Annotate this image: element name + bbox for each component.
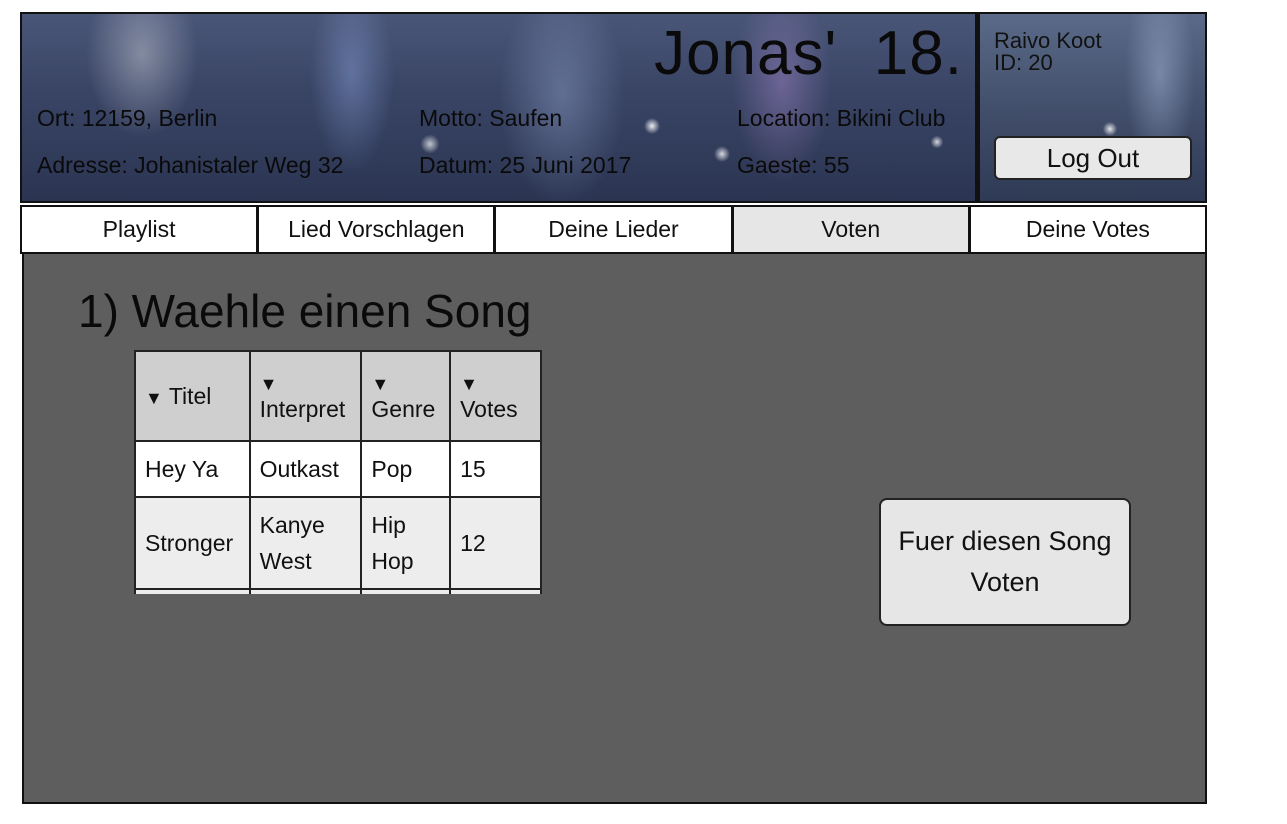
cell-votes: 15: [449, 440, 542, 498]
sort-down-icon: ▼: [145, 387, 163, 408]
column-header-label: Votes: [460, 396, 518, 422]
cell-titel: Hey Ya: [134, 440, 251, 498]
cell-interpret: Outkast: [248, 440, 363, 498]
tab-deine-lieder[interactable]: Deine Lieder: [495, 205, 733, 254]
tab-lied-vorschlagen[interactable]: Lied Vorschlagen: [258, 205, 496, 254]
cell-titel: Stronger: [134, 496, 251, 590]
vote-for-song-button[interactable]: Fuer diesen Song Voten: [879, 498, 1131, 626]
column-header-votes[interactable]: ▼ Votes: [449, 350, 542, 442]
adresse-info: Adresse: Johanistaler Weg 32: [37, 152, 344, 178]
ort-info: Ort: 12159, Berlin: [37, 105, 218, 131]
party-title: Jonas' 18.: [654, 19, 963, 88]
logout-button[interactable]: Log Out: [994, 136, 1192, 180]
column-header-label: Interpret: [259, 396, 346, 422]
table-row[interactable]: [134, 588, 542, 594]
column-header-label: Genre: [371, 396, 436, 422]
datum-info: Datum: 25 Juni 2017: [419, 152, 632, 178]
sort-down-icon: ▼: [460, 374, 478, 394]
main-content: 1) Waehle einen Song ▼ Titel ▼ Interpret: [22, 254, 1207, 804]
table-row[interactable]: Stronger Kanye West Hip Hop 12: [134, 496, 542, 590]
user-id: ID: 20: [994, 50, 1053, 75]
tab-bar: Playlist Lied Vorschlagen Deine Lieder V…: [20, 205, 1208, 254]
column-header-interpret[interactable]: ▼ Interpret: [248, 350, 363, 442]
party-header-banner: Jonas' 18. Ort: 12159, Berlin Motto: Sau…: [20, 12, 977, 203]
user-name: Raivo Koot: [994, 28, 1102, 53]
cell-genre: [360, 588, 452, 594]
song-table: ▼ Titel ▼ Interpret ▼ Genre ▼ Votes Hey …: [134, 350, 542, 594]
motto-info: Motto: Saufen: [419, 105, 563, 131]
cell-genre: Hip Hop: [360, 496, 452, 590]
cell-votes: [449, 588, 542, 594]
sort-down-icon: ▼: [371, 374, 390, 394]
cell-interpret: Kanye West: [248, 496, 363, 590]
step-title: 1) Waehle einen Song: [78, 285, 532, 337]
cell-interpret: [248, 588, 363, 594]
cell-titel: [134, 588, 251, 594]
user-panel: Raivo Koot ID: 20 Log Out: [977, 12, 1207, 203]
cell-genre: Pop: [360, 440, 452, 498]
song-table-scroll[interactable]: ▼ Titel ▼ Interpret ▼ Genre ▼ Votes Hey …: [134, 350, 542, 594]
app-frame: Jonas' 18. Ort: 12159, Berlin Motto: Sau…: [20, 12, 1208, 804]
table-row[interactable]: Hey Ya Outkast Pop 15: [134, 440, 542, 498]
location-info: Location: Bikini Club: [737, 105, 946, 131]
tab-deine-votes[interactable]: Deine Votes: [969, 205, 1208, 254]
column-header-genre[interactable]: ▼ Genre: [360, 350, 452, 442]
sort-down-icon: ▼: [259, 374, 278, 394]
tab-voten[interactable]: Voten: [732, 205, 970, 254]
gaeste-info: Gaeste: 55: [737, 152, 850, 178]
cell-votes: 12: [449, 496, 542, 590]
tab-playlist[interactable]: Playlist: [20, 205, 259, 254]
column-header-titel[interactable]: ▼ Titel: [134, 350, 251, 442]
column-header-label: Titel: [168, 382, 212, 409]
